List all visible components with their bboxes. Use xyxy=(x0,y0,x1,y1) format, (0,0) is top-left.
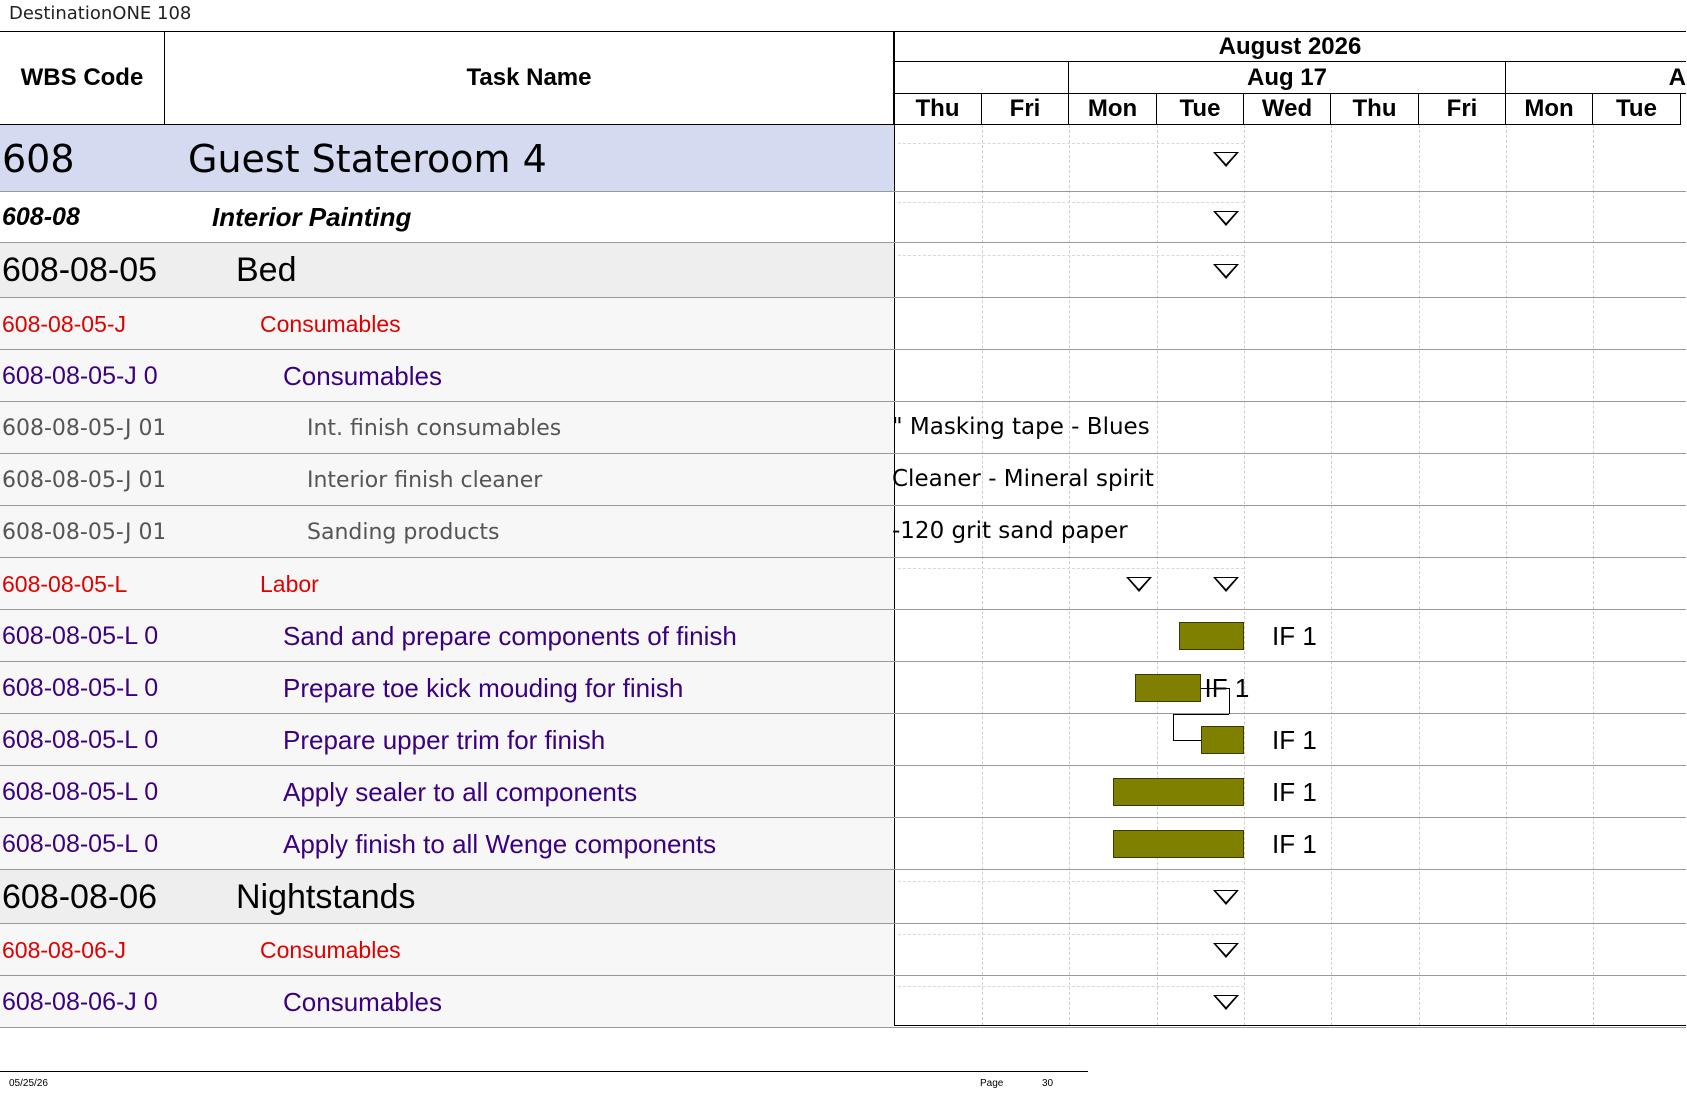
day-header-2: Mon xyxy=(1069,94,1157,125)
wbs-code: 608 xyxy=(2,136,75,181)
timescale-week-empty xyxy=(894,62,1069,94)
wbs-code: 608-08-06-J xyxy=(2,936,127,963)
dependency-line xyxy=(1172,714,1229,715)
day-gridline-4 xyxy=(1244,125,1245,1025)
day-gridline-1 xyxy=(982,125,983,1025)
day-header-7: Mon xyxy=(1506,94,1593,125)
day-header-4: Wed xyxy=(1244,94,1331,125)
timescale-week: Aug 17 xyxy=(1069,62,1506,94)
timescale-month: August 2026 xyxy=(894,32,1686,62)
summary-marker-fill xyxy=(1216,211,1236,223)
task-name: Int. finish consumables xyxy=(307,415,562,441)
footer-page-label: Page xyxy=(980,1078,1004,1089)
task-name: Sand and prepare components of finish xyxy=(283,620,737,651)
day-gridline-3 xyxy=(1157,125,1158,1025)
wbs-code: 608-08-05-L 0 xyxy=(2,829,159,858)
task-bar[interactable] xyxy=(1178,622,1244,650)
day-gridline-2 xyxy=(1069,125,1070,1025)
task-name: Labor xyxy=(260,570,319,597)
task-name: Sanding products xyxy=(307,519,500,545)
task-name: Apply finish to all Wenge components xyxy=(283,828,717,859)
wbs-code: 608-08-05-J xyxy=(2,310,127,337)
day-header-8: Tue xyxy=(1593,94,1681,125)
summary-dashed-line xyxy=(898,201,1244,203)
task-name: Consumables xyxy=(283,360,442,391)
wbs-code: 608-08-05 xyxy=(2,251,158,289)
summary-dashed-line xyxy=(898,881,1244,882)
wbs-column-header[interactable]: WBS Code xyxy=(0,32,165,125)
footer-divider xyxy=(0,1071,1088,1072)
day-header-3: Tue xyxy=(1157,94,1244,125)
wbs-code: 608-08-05-L 0 xyxy=(2,725,159,754)
footer-page-number: 30 xyxy=(1042,1078,1054,1089)
dependency-line xyxy=(1172,714,1174,740)
task-bar-label: IF 1 xyxy=(1272,621,1317,651)
task-name: Nightstands xyxy=(236,877,416,916)
task-name: Apply sealer to all components xyxy=(283,776,638,807)
wbs-code: 608-08-05-L 0 xyxy=(2,621,159,650)
task-bar[interactable] xyxy=(1113,830,1244,858)
resource-note: " Masking tape - Blues xyxy=(892,414,1150,440)
task-name: Consumables xyxy=(283,986,442,1017)
day-gridline-5 xyxy=(1331,125,1332,1025)
wbs-code: 608-08-05-J 01 xyxy=(2,519,164,545)
wbs-code: 608-08-05-J 0 xyxy=(2,361,158,390)
summary-marker-fill xyxy=(1216,944,1236,955)
summary-marker-fill xyxy=(1216,996,1236,1007)
summary-dashed-line xyxy=(898,934,1244,935)
resource-note: -120 grit sand paper xyxy=(892,518,1128,544)
task-column-header[interactable]: Task Name xyxy=(165,32,894,125)
summary-marker-fill xyxy=(1129,578,1149,589)
task-bar[interactable] xyxy=(1135,674,1201,702)
task-bar[interactable] xyxy=(1200,726,1244,754)
dependency-line xyxy=(1172,740,1201,741)
task-name: Guest Stateroom 4 xyxy=(188,136,547,181)
task-name: Consumables xyxy=(260,936,401,963)
task-name: Interior Painting xyxy=(212,202,412,232)
task-bar-label: IF 1 xyxy=(1272,777,1317,807)
summary-marker-fill xyxy=(1216,152,1236,164)
task-name: Consumables xyxy=(260,310,401,337)
summary-dashed-line xyxy=(898,142,1244,144)
day-gridline-6 xyxy=(1419,125,1420,1025)
wbs-code: 608-08-05-L 0 xyxy=(2,673,159,702)
task-name: Prepare upper trim for finish xyxy=(283,724,606,755)
wbs-code: 608-08-05-J 01 xyxy=(2,415,164,441)
document-title: DestinationONE 108 xyxy=(9,3,192,24)
task-bar[interactable] xyxy=(1113,778,1244,806)
task-bar-label: IF 1 xyxy=(1272,829,1317,859)
wbs-code: 608-08-06-J 0 xyxy=(2,987,158,1016)
day-gridline-7 xyxy=(1506,125,1507,1025)
summary-marker-fill xyxy=(1216,891,1236,902)
day-header-6: Fri xyxy=(1419,94,1506,125)
task-name: Interior finish cleaner xyxy=(307,467,543,493)
footer-date: 05/25/26 xyxy=(9,1078,48,1089)
summary-dashed-line xyxy=(898,986,1244,987)
row-divider xyxy=(0,1027,1686,1028)
wbs-code: 608-08-06 xyxy=(2,877,158,916)
wbs-code: 608-08-05-L xyxy=(2,570,128,597)
task-name: Prepare toe kick mouding for finish xyxy=(283,672,684,703)
day-header-0: Thu xyxy=(894,94,982,125)
summary-dashed-line xyxy=(898,254,1244,256)
timescale-week-next: A xyxy=(1506,62,1686,94)
gantt-sheet: WBS Code Task Name August 2026 Aug 17 A Thu Fr… xyxy=(0,31,1686,1028)
day-header-1: Fri xyxy=(982,94,1069,125)
wbs-code: 608-08 xyxy=(2,203,80,231)
dependency-line xyxy=(1228,688,1230,714)
day-header-5: Thu xyxy=(1331,94,1419,125)
summary-marker-fill xyxy=(1216,264,1236,276)
day-gridline-8 xyxy=(1593,125,1594,1025)
task-bar-label: IF 1 xyxy=(1272,725,1317,755)
wbs-code: 608-08-05-J 01 xyxy=(2,467,164,493)
summary-marker-fill xyxy=(1216,578,1236,589)
resource-note: Cleaner - Mineral spirit xyxy=(892,466,1154,492)
summary-dashed-line xyxy=(898,568,1244,569)
dependency-line xyxy=(1200,688,1229,689)
task-name: Bed xyxy=(236,251,297,289)
wbs-code: 608-08-05-L 0 xyxy=(2,777,159,806)
